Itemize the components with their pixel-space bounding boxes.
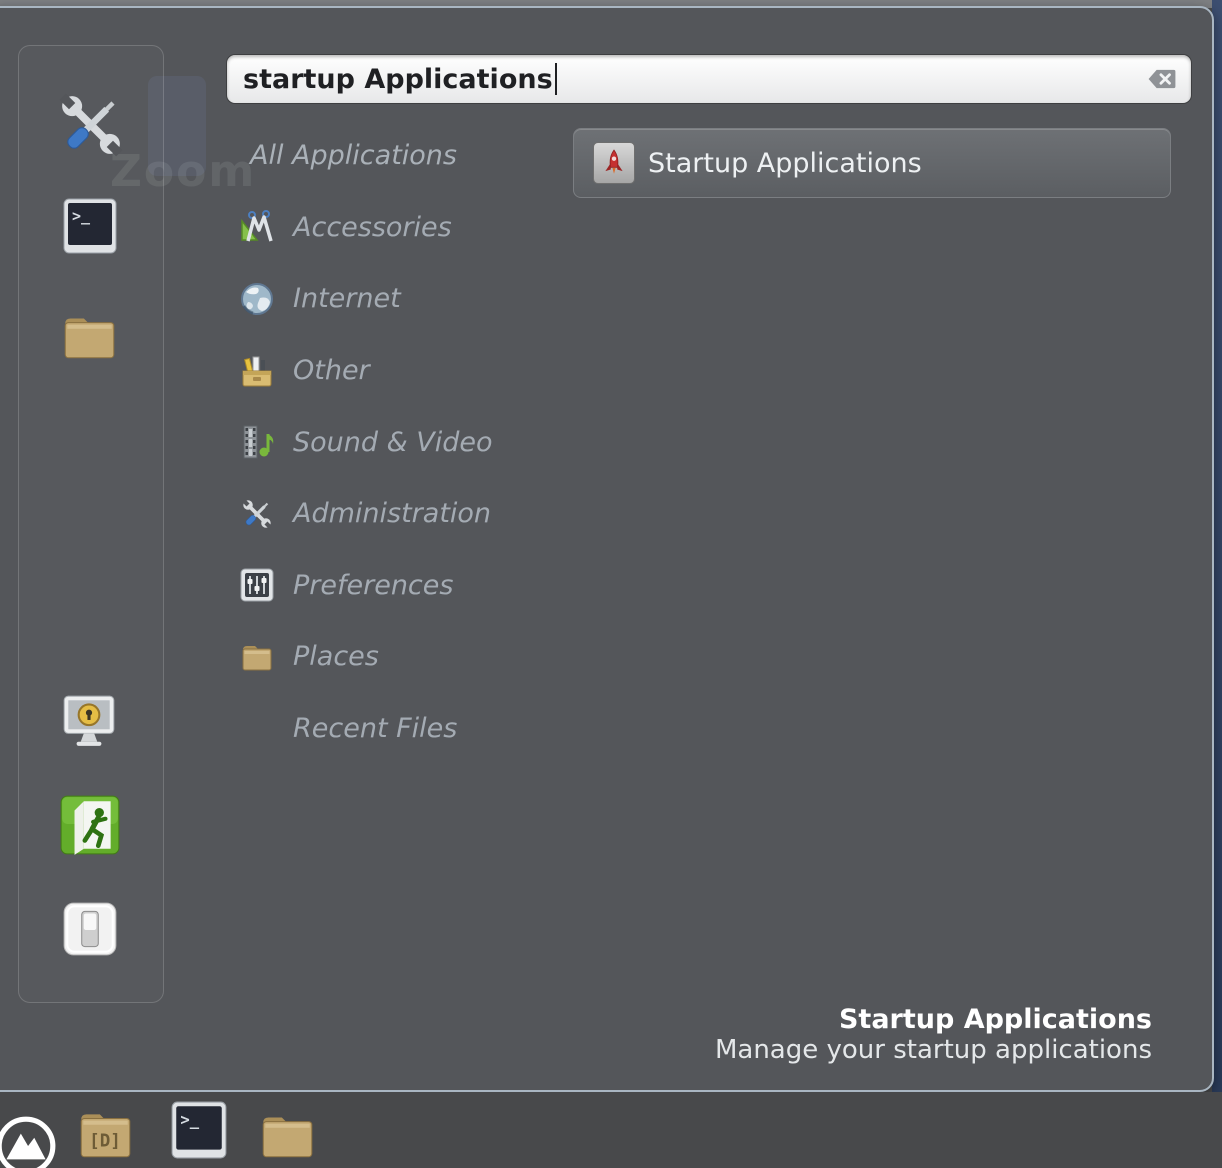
category-label: Accessories bbox=[293, 212, 452, 243]
category-sound-video[interactable]: Sound & Video bbox=[238, 406, 568, 478]
mint-logo-icon bbox=[0, 1114, 58, 1168]
logout-icon bbox=[58, 793, 122, 857]
category-recent-files[interactable]: Recent Files bbox=[238, 693, 568, 765]
sidebar-panel bbox=[18, 45, 164, 1003]
category-label: Sound & Video bbox=[293, 427, 492, 458]
category-preferences[interactable]: Preferences bbox=[238, 550, 568, 622]
category-list: All Applications Accessories Internet bbox=[238, 120, 568, 764]
drawing-tools-icon bbox=[238, 208, 276, 246]
terminal-icon: >_ bbox=[170, 1100, 228, 1160]
taskbar-terminal[interactable]: >_ bbox=[170, 1100, 228, 1160]
folder-icon bbox=[58, 305, 120, 365]
result-label: Startup Applications bbox=[648, 148, 922, 179]
power-switch-icon bbox=[60, 899, 120, 959]
folder-icon bbox=[256, 1104, 318, 1164]
sidebar-button-system-tools[interactable] bbox=[50, 82, 132, 168]
category-label: Administration bbox=[293, 498, 491, 529]
category-internet[interactable]: Internet bbox=[238, 263, 568, 335]
empty-icon-slot bbox=[238, 710, 276, 748]
category-label: Places bbox=[293, 641, 379, 672]
result-startup-applications[interactable]: Startup Applications bbox=[573, 128, 1171, 198]
status-subtitle: Manage your startup applications bbox=[715, 1035, 1152, 1066]
svg-text:>_: >_ bbox=[72, 207, 91, 225]
selection-status: Startup Applications Manage your startup… bbox=[715, 1004, 1152, 1066]
category-all-applications[interactable]: All Applications bbox=[238, 120, 568, 192]
filmstrip-note-icon bbox=[238, 423, 276, 461]
crossed-tools-icon bbox=[238, 495, 276, 533]
taskbar-desktop-folder[interactable]: [D] bbox=[74, 1102, 136, 1164]
text-caret bbox=[555, 63, 557, 95]
search-input[interactable]: startup Applications bbox=[226, 54, 1192, 104]
sidebar-button-lock-screen[interactable] bbox=[58, 690, 120, 752]
crossed-tools-icon bbox=[51, 85, 131, 165]
category-accessories[interactable]: Accessories bbox=[238, 192, 568, 264]
category-administration[interactable]: Administration bbox=[238, 478, 568, 550]
search-query-text: startup Applications bbox=[243, 64, 553, 95]
rocket-icon bbox=[593, 142, 635, 184]
category-places[interactable]: Places bbox=[238, 621, 568, 693]
sliders-icon bbox=[238, 566, 276, 604]
folder-icon bbox=[238, 638, 276, 676]
sidebar-button-logout[interactable] bbox=[57, 792, 123, 858]
backspace-icon bbox=[1147, 68, 1177, 90]
status-title: Startup Applications bbox=[715, 1004, 1152, 1035]
sidebar-button-file-manager[interactable] bbox=[57, 304, 121, 366]
toolbox-icon bbox=[238, 352, 276, 390]
category-other[interactable]: Other bbox=[238, 335, 568, 407]
lock-screen-icon bbox=[59, 691, 119, 751]
taskbar: [D] >_ bbox=[0, 1092, 1222, 1168]
terminal-icon: >_ bbox=[62, 197, 118, 255]
category-label: Preferences bbox=[293, 570, 453, 601]
category-label: All Applications bbox=[250, 140, 457, 171]
taskbar-file-manager[interactable] bbox=[256, 1104, 318, 1164]
svg-text:[D]: [D] bbox=[89, 1131, 121, 1151]
sidebar-button-terminal[interactable]: >_ bbox=[61, 196, 119, 256]
desktop-folder-icon: [D] bbox=[74, 1102, 136, 1164]
svg-text:>_: >_ bbox=[180, 1111, 199, 1129]
sidebar-button-shutdown[interactable] bbox=[59, 898, 121, 960]
category-label: Recent Files bbox=[293, 713, 457, 744]
category-label: Internet bbox=[293, 283, 401, 314]
category-label: Other bbox=[293, 355, 370, 386]
menu-button[interactable] bbox=[0, 1114, 58, 1168]
clear-search-button[interactable] bbox=[1147, 68, 1177, 90]
globe-icon bbox=[238, 280, 276, 318]
